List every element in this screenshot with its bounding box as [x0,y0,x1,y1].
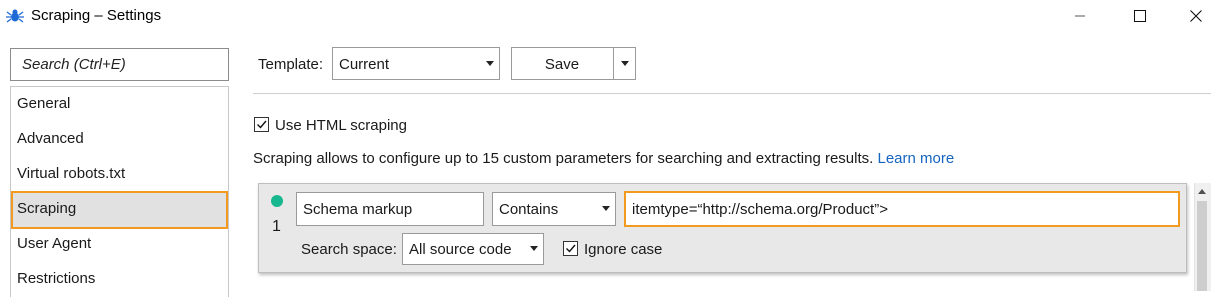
save-options-button[interactable] [613,47,636,80]
nav-item-restrictions[interactable]: Restrictions [11,262,228,297]
nav-item-label: Advanced [17,130,84,147]
nav-item-user-agent[interactable]: User Agent [11,227,228,262]
parameter-index: 1 [272,218,281,235]
nav-item-label: Restrictions [17,270,96,287]
parameter-value-text: itemtype=“http://schema.org/Product”> [632,201,888,218]
learn-more-link[interactable]: Learn more [878,150,955,167]
nav-item-advanced[interactable]: Advanced [11,122,228,157]
search-input[interactable]: Search (Ctrl+E) [10,48,229,81]
ignore-case-label: Ignore case [584,241,663,258]
condition-value: Contains [499,201,559,218]
spider-icon [6,7,24,25]
condition-select[interactable]: Contains [492,192,616,226]
template-select[interactable]: Current [332,47,500,80]
search-space-label: Search space: [301,241,397,258]
chevron-down-icon [621,61,629,66]
search-space-value: All source code [409,241,512,258]
save-button-label: Save [544,56,580,73]
scraping-description: Scraping allows to configure up to 15 cu… [253,150,954,167]
settings-nav-list: General Advanced Virtual robots.txt Scra… [10,86,229,297]
maximize-icon[interactable] [1116,0,1164,32]
close-icon[interactable] [1172,0,1218,32]
nav-item-general[interactable]: General [11,87,228,122]
use-html-scraping-label: Use HTML scraping [275,117,407,134]
minimize-icon[interactable] [1056,0,1104,32]
description-text: Scraping allows to configure up to 15 cu… [253,150,874,167]
scrollbar-thumb[interactable] [1197,201,1207,291]
title-bar: Scraping – Settings [0,0,1218,32]
search-space-select[interactable]: All source code [402,233,544,265]
search-placeholder: Search (Ctrl+E) [22,56,126,73]
use-html-scraping-checkbox[interactable] [254,117,269,132]
template-value: Current [339,56,390,73]
scroll-up-arrow-icon[interactable] [1194,183,1210,201]
status-dot [271,195,283,207]
nav-item-scraping[interactable]: Scraping [11,191,228,229]
divider [253,93,1211,94]
nav-item-label: User Agent [17,235,92,252]
chevron-down-icon [530,246,538,251]
nav-item-label: Virtual robots.txt [17,165,126,182]
template-label: Template: [258,56,324,73]
save-button[interactable]: Save [511,47,613,80]
chevron-down-icon [602,206,610,211]
nav-item-virtual-robots[interactable]: Virtual robots.txt [11,157,228,192]
parameter-name-value: Schema markup [303,201,413,218]
chevron-down-icon [486,61,494,66]
parameter-name-input[interactable]: Schema markup [296,192,484,226]
parameter-value-input[interactable]: itemtype=“http://schema.org/Product”> [624,191,1180,227]
window-title: Scraping – Settings [31,7,162,24]
nav-item-label: General [17,95,71,112]
settings-sidebar: Search (Ctrl+E) General Advanced Virtual… [10,48,229,297]
checkmark-icon [566,244,576,253]
ignore-case-checkbox[interactable] [563,241,578,256]
nav-item-label: Scraping [17,200,77,217]
checkmark-icon [257,120,267,129]
